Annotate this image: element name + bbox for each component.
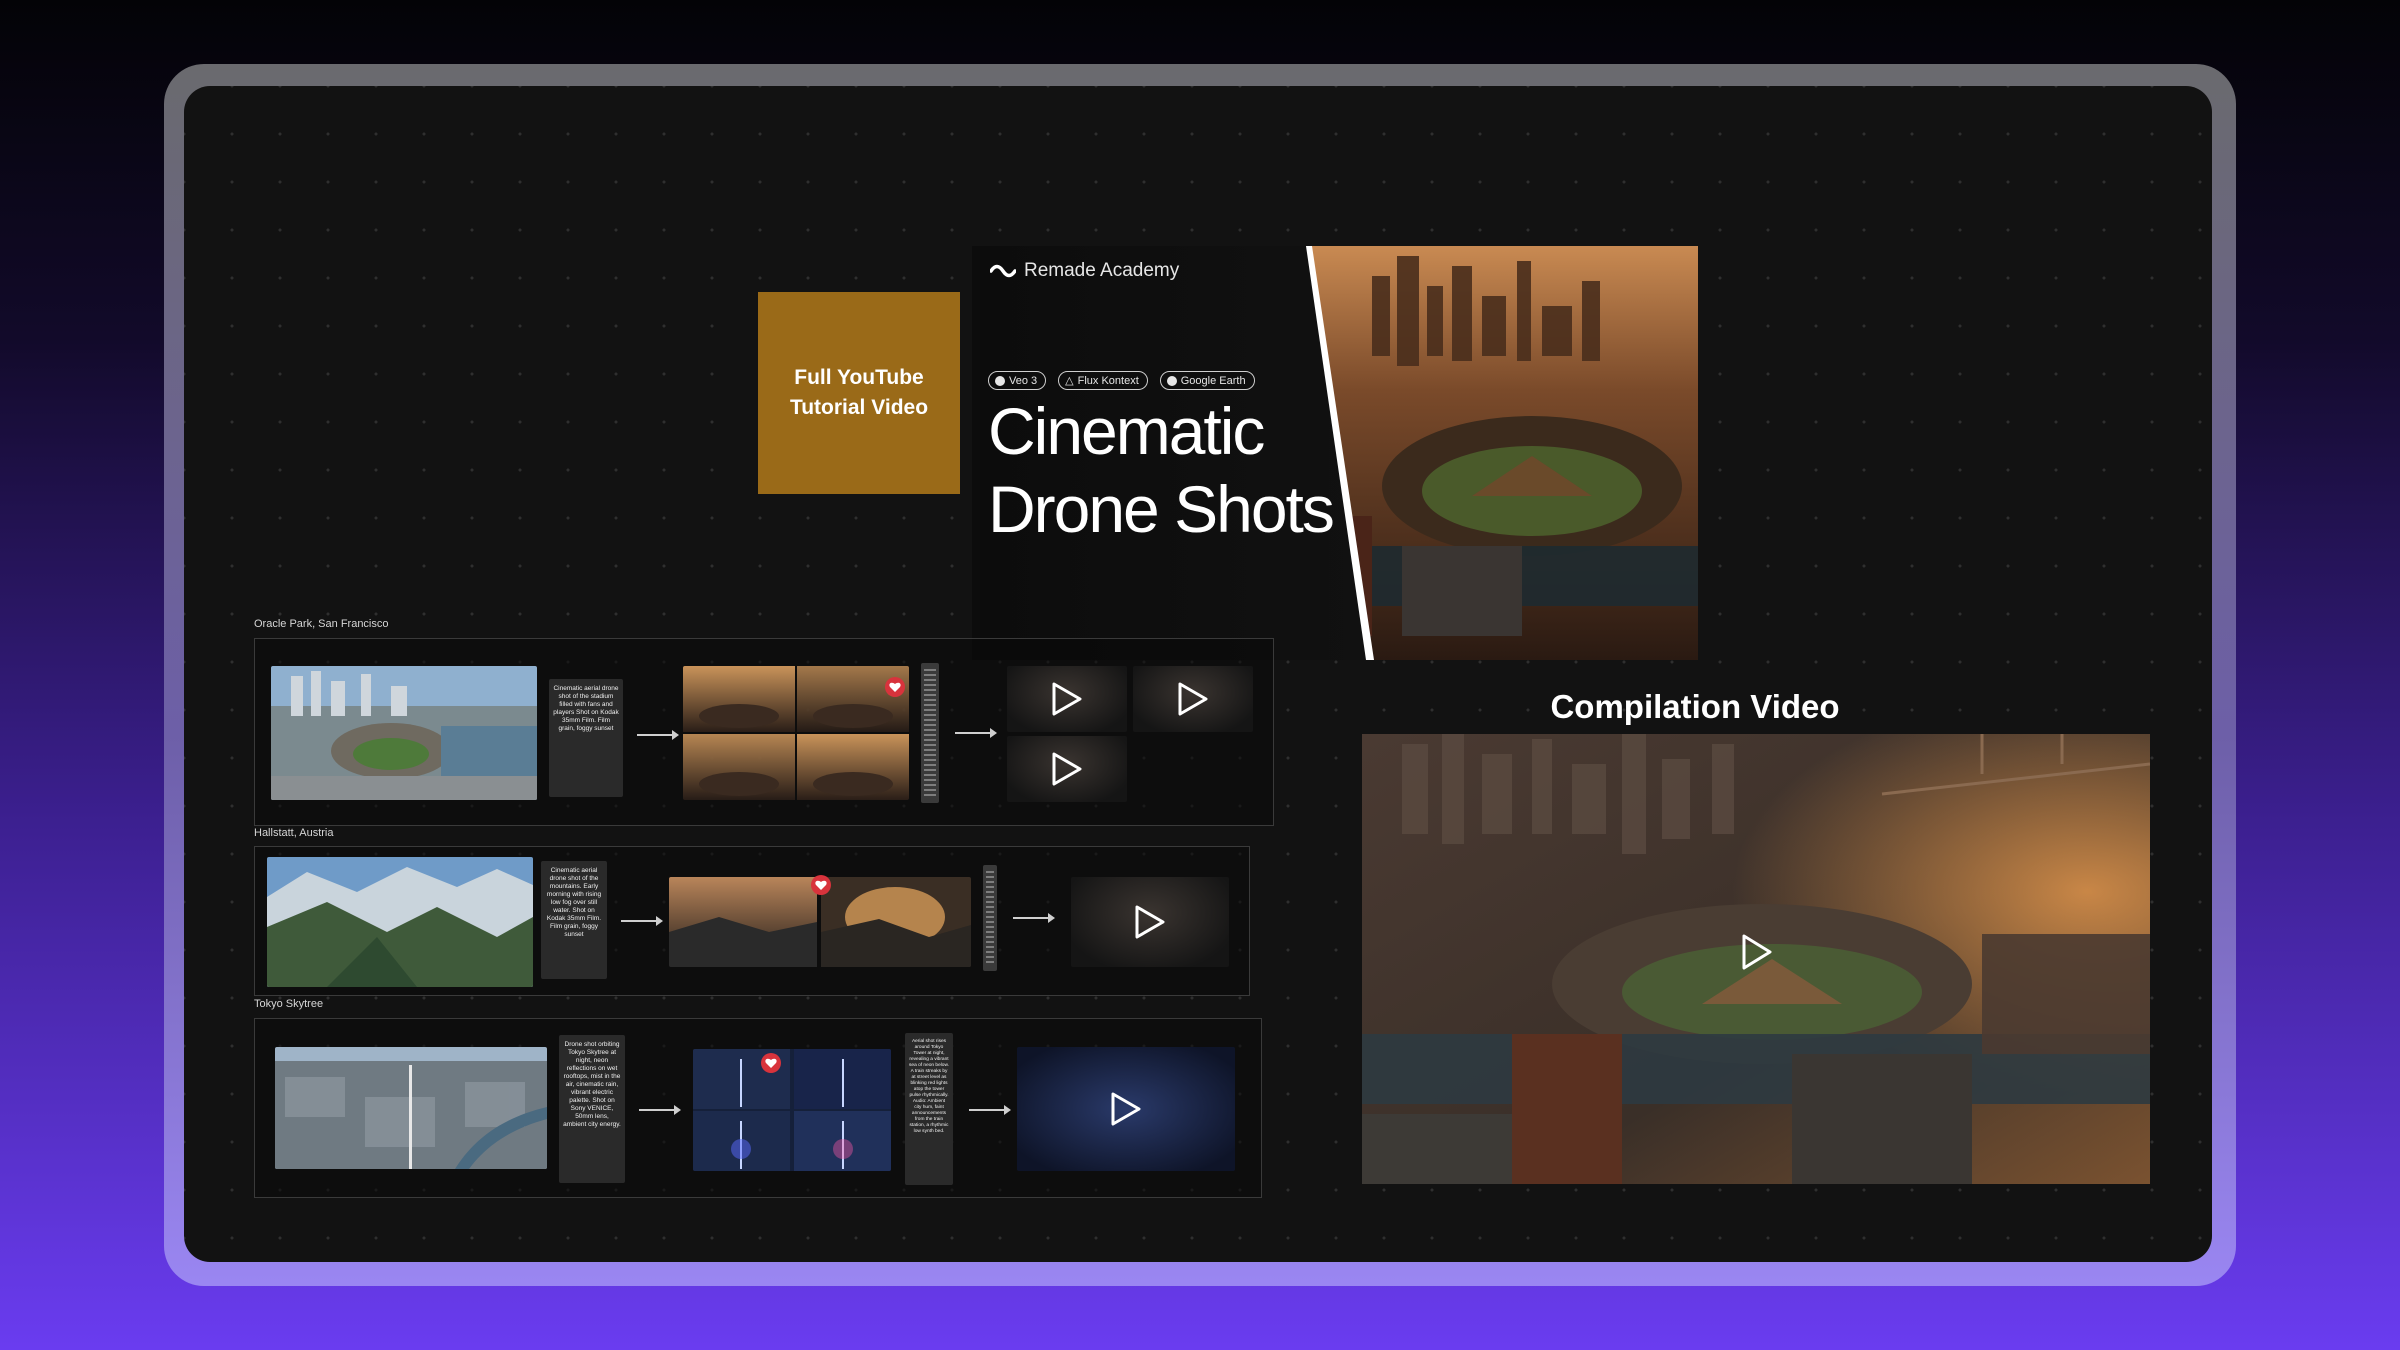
flow-arrow — [969, 1105, 1011, 1115]
generated-frames-grid[interactable] — [693, 1049, 891, 1171]
video-clip[interactable] — [1071, 877, 1229, 967]
flow-arrow — [639, 1105, 681, 1115]
tag-veo: Veo 3 — [988, 371, 1047, 390]
prompt-card[interactable]: Drone shot orbiting Tokyo Skytree at nig… — [559, 1035, 625, 1183]
section-label-oracle-park: Oracle Park, San Francisco — [254, 618, 389, 630]
app-window-frame: Full YouTube Tutorial Video Remade Acade… — [164, 64, 2236, 1286]
globe-icon — [1166, 375, 1177, 386]
triangle-icon: △ — [1065, 375, 1074, 387]
flow-arrow — [955, 728, 997, 738]
video-clip[interactable] — [1007, 736, 1127, 802]
compilation-video[interactable] — [1362, 734, 2150, 1184]
prompt-card[interactable]: Aerial shot rises around Tokyo Tower at … — [905, 1033, 953, 1185]
section-label-hallstatt: Hallstatt, Austria — [254, 827, 334, 839]
flow-arrow — [1013, 913, 1055, 923]
prompt-card[interactable]: Cinematic aerial drone shot of the stadi… — [549, 679, 623, 797]
generated-frames-grid[interactable] — [683, 666, 909, 800]
prompt-card[interactable]: Cinematic aerial drone shot of the mount… — [541, 861, 607, 979]
compilation-title: Compilation Video — [1550, 688, 1840, 725]
tutorial-video-card[interactable]: Full YouTube Tutorial Video — [758, 292, 960, 494]
veo-icon — [995, 375, 1005, 386]
tag-flux: △ Flux Kontext — [1058, 371, 1148, 390]
video-title: Cinematic Drone Shots — [988, 394, 1335, 546]
video-clip[interactable] — [1017, 1047, 1235, 1171]
section-label-tokyo: Tokyo Skytree — [254, 998, 324, 1010]
heart-icon[interactable] — [761, 1053, 781, 1073]
heart-icon[interactable] — [811, 875, 831, 895]
remade-logo-icon — [990, 264, 1016, 278]
tool-tags: Veo 3 △ Flux Kontext Google Earth — [988, 371, 1255, 390]
tutorial-video-label: Full YouTube Tutorial Video — [789, 366, 929, 419]
workflow-row-oracle-park: Cinematic aerial drone shot of the stadi… — [254, 638, 1274, 826]
frames-strip — [921, 663, 939, 803]
video-clip[interactable] — [1133, 666, 1253, 732]
brand: Remade Academy — [990, 260, 1179, 282]
play-icon[interactable] — [1110, 1091, 1142, 1127]
play-icon[interactable] — [1177, 681, 1209, 717]
play-icon[interactable] — [1740, 932, 1774, 972]
flow-arrow — [637, 730, 679, 740]
video-clip[interactable] — [1007, 666, 1127, 732]
play-icon[interactable] — [1051, 681, 1083, 717]
frames-strip — [983, 865, 997, 971]
tag-google-earth: Google Earth — [1159, 371, 1255, 390]
brand-name: Remade Academy — [1024, 260, 1180, 281]
tokyo-image[interactable] — [275, 1047, 547, 1169]
flow-arrow — [621, 916, 663, 926]
workflow-row-hallstatt: Cinematic aerial drone shot of the mount… — [254, 846, 1250, 996]
sf-stadium-image[interactable] — [271, 666, 537, 800]
play-icon[interactable] — [1134, 904, 1166, 940]
youtube-thumbnail[interactable]: Remade Academy Veo 3 △ Flux Kontext Googl… — [972, 246, 1698, 660]
alps-image[interactable] — [267, 857, 533, 987]
workflow-row-tokyo: Drone shot orbiting Tokyo Skytree at nig… — [254, 1018, 1262, 1198]
play-icon[interactable] — [1051, 751, 1083, 787]
heart-icon[interactable] — [885, 677, 905, 697]
workflow-canvas[interactable]: Full YouTube Tutorial Video Remade Acade… — [184, 86, 2212, 1262]
